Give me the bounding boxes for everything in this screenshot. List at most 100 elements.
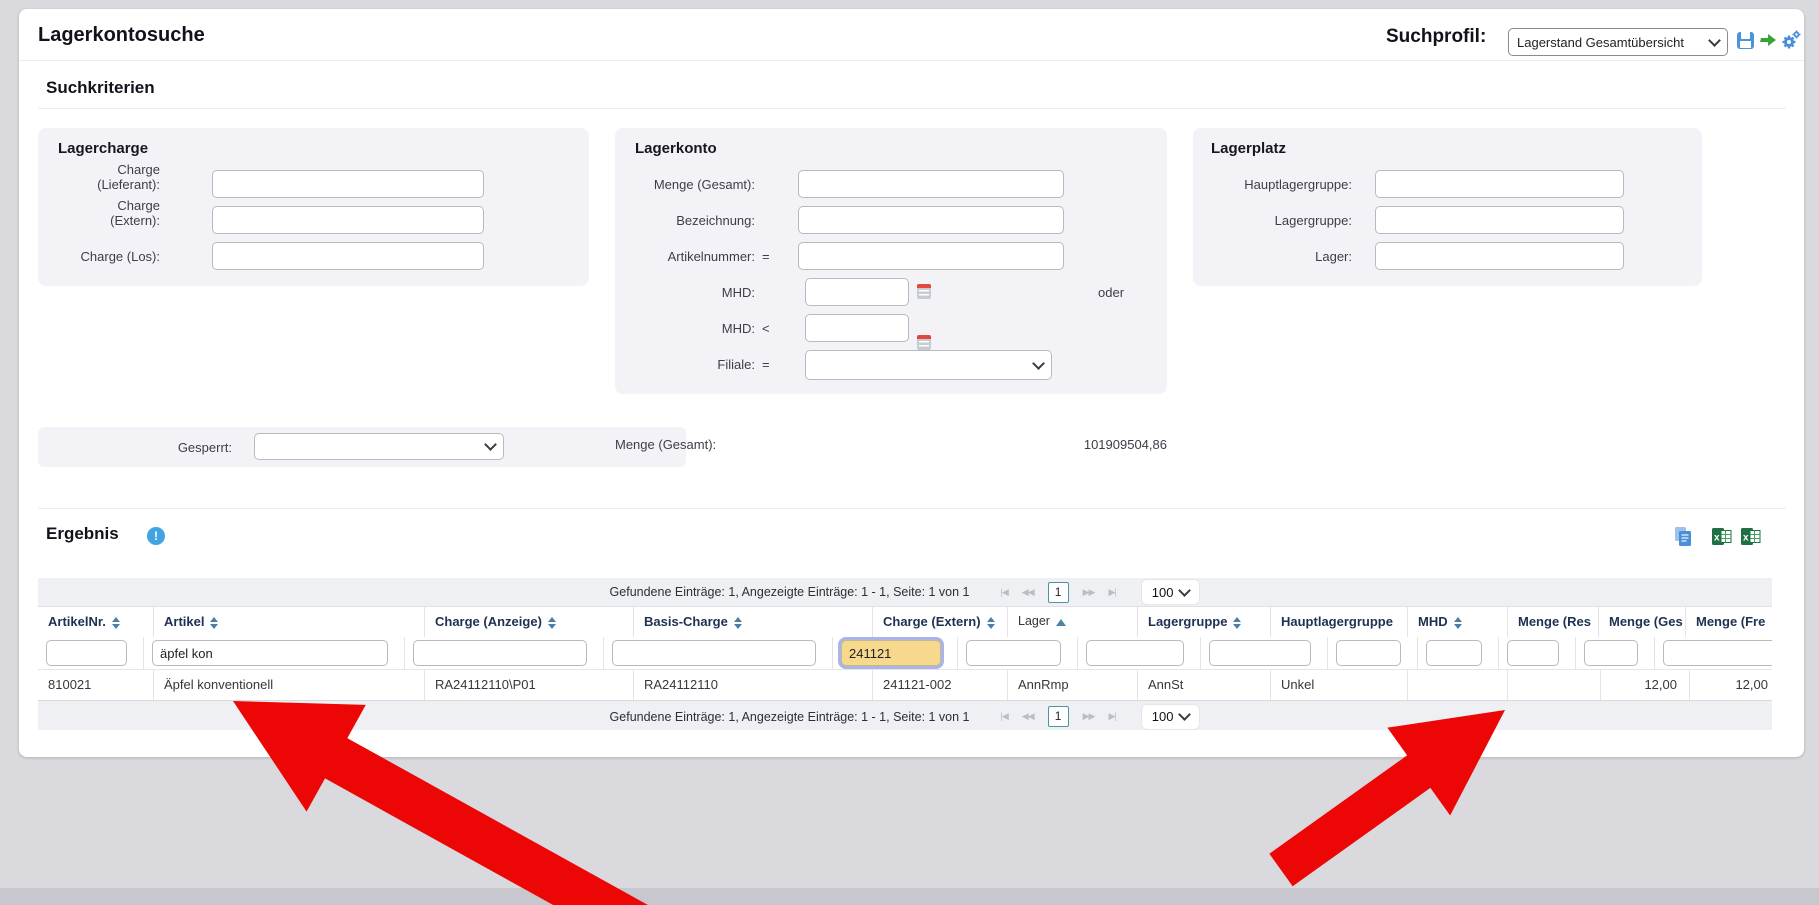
column-filter-input-11[interactable] [1584,640,1638,666]
excel-export-all-icon[interactable]: x [1741,528,1761,545]
charge-los-input[interactable] [212,242,484,270]
page-next-button[interactable]: ▶▶ [1083,587,1095,598]
table-cell-7: Unkel [1271,670,1408,700]
suchprofil-selected-value: Lagerstand Gesamtübersicht [1517,35,1684,50]
column-filter-input-5[interactable] [966,640,1061,666]
table-cell-6: AnnSt [1138,670,1271,700]
column-header-2[interactable]: Charge (Anzeige) [425,607,634,637]
bezeichnung-input[interactable] [798,206,1064,234]
gesperrt-select[interactable] [254,433,504,460]
suchprofil-select[interactable]: Lagerstand Gesamtübersicht [1508,28,1728,56]
column-filter-input-1[interactable] [152,640,388,666]
table-cell-0: 810021 [38,670,154,700]
column-header-5[interactable]: Lager [1008,607,1138,637]
summary-menge-gesamt-value: 101909504,86 [967,437,1167,452]
filter-cell-11 [1576,637,1655,669]
column-filter-input-7[interactable] [1209,640,1311,666]
chevron-down-icon [1179,708,1192,721]
hauptlagergruppe-input[interactable] [1375,170,1624,198]
sort-both-icon [112,617,120,629]
column-header-8[interactable]: MHD [1408,607,1508,637]
column-label: Menge (Ges [1609,614,1683,629]
column-label: Lager [1018,614,1050,628]
charge-lieferant-input[interactable] [212,170,484,198]
page-last-button[interactable]: ▶| [1108,711,1115,722]
table-row: 810021Äpfel konventionellRA24112110\P01R… [38,669,1772,700]
filiale-label: Filiale: [605,357,755,372]
charge-extern-input[interactable] [212,206,484,234]
column-filter-input-8[interactable] [1336,640,1401,666]
column-filter-input-6[interactable] [1086,640,1184,666]
charge-lieferant-label: Charge (Lieferant): [72,162,160,192]
divider [19,60,1804,61]
charge-extern-label: Charge (Extern): [72,198,160,228]
page-first-button[interactable]: |◀ [1001,711,1008,722]
page-last-button[interactable]: ▶| [1108,587,1115,598]
table-cell-11: 12,00 [1690,670,1772,700]
page-size-value: 100 [1152,585,1174,600]
column-header-11: Menge (Fre [1686,607,1772,637]
current-page-box[interactable]: 1 [1048,706,1069,727]
column-filter-input-0[interactable] [46,640,127,666]
column-filter-input-3[interactable] [612,640,816,666]
artikelnummer-input[interactable] [798,242,1064,270]
info-icon[interactable]: ! [147,527,165,545]
mhd-input[interactable] [805,278,909,306]
column-header-0[interactable]: ArtikelNr. [38,607,154,637]
column-filter-input-2[interactable] [413,640,587,666]
column-filter-input-12[interactable] [1663,640,1772,666]
filiale-select[interactable] [805,350,1052,380]
column-header-3[interactable]: Basis-Charge [634,607,873,637]
red-arrow-to-artikel-shaft [333,756,660,905]
artikelnummer-operator: = [762,249,770,264]
menge-gesamt-label: Menge (Gesamt): [605,177,755,192]
page-next-button[interactable]: ▶▶ [1083,711,1095,722]
apply-arrow-icon[interactable] [1759,33,1777,48]
filter-cell-1 [144,637,405,669]
column-header-4[interactable]: Charge (Extern) [873,607,1008,637]
column-header-1[interactable]: Artikel [154,607,425,637]
column-label: MHD [1418,614,1448,629]
lager-input[interactable] [1375,242,1624,270]
page-title: Lagerkontosuche [38,24,205,47]
column-header-9: Menge (Res [1508,607,1599,637]
excel-export-icon[interactable]: x [1712,528,1732,545]
table-cell-8 [1408,670,1508,700]
mhd-before-input[interactable] [805,314,909,342]
page-prev-button[interactable]: ◀◀ [1022,587,1034,598]
page-prev-button[interactable]: ◀◀ [1022,711,1034,722]
table-filter-row [38,637,1772,669]
lagergruppe-label: Lagergruppe: [1202,213,1352,228]
column-label: Menge (Res [1518,614,1591,629]
calendar-icon[interactable] [917,284,931,299]
lagergruppe-input[interactable] [1375,206,1624,234]
current-page-box[interactable]: 1 [1048,582,1069,603]
pagination-top: Gefundene Einträge: 1, Angezeigte Einträ… [38,578,1772,607]
gear-icon[interactable] [1781,30,1801,50]
page-size-select[interactable]: 100 [1141,704,1201,730]
table-cell-2: RA24112110\P01 [425,670,634,700]
column-header-7: Hauptlagergruppe [1271,607,1408,637]
page-size-select[interactable]: 100 [1141,579,1201,605]
column-label: Basis-Charge [644,614,728,629]
copy-document-icon[interactable] [1674,526,1692,547]
column-header-6[interactable]: Lagergruppe [1138,607,1271,637]
sort-both-icon [734,617,742,629]
menge-gesamt-input[interactable] [798,170,1064,198]
column-label: Charge (Anzeige) [435,614,542,629]
table-cell-3: RA24112110 [634,670,873,700]
column-filter-input-4[interactable] [841,640,941,666]
sort-asc-icon [1056,619,1066,626]
column-filter-input-10[interactable] [1507,640,1559,666]
sort-both-icon [210,617,218,629]
filter-cell-3 [604,637,833,669]
save-icon[interactable] [1737,32,1754,49]
page-first-button[interactable]: |◀ [1001,587,1008,598]
mhd-before-label: MHD: [605,321,755,336]
column-filter-input-9[interactable] [1426,640,1482,666]
mhd-before-operator: < [762,321,770,336]
sort-both-icon [987,617,995,629]
artikelnummer-label: Artikelnummer: [605,249,755,264]
page: Lagerkontosuche Suchprofil: Lagerstand G… [0,0,1819,905]
calendar-icon[interactable] [917,335,931,350]
